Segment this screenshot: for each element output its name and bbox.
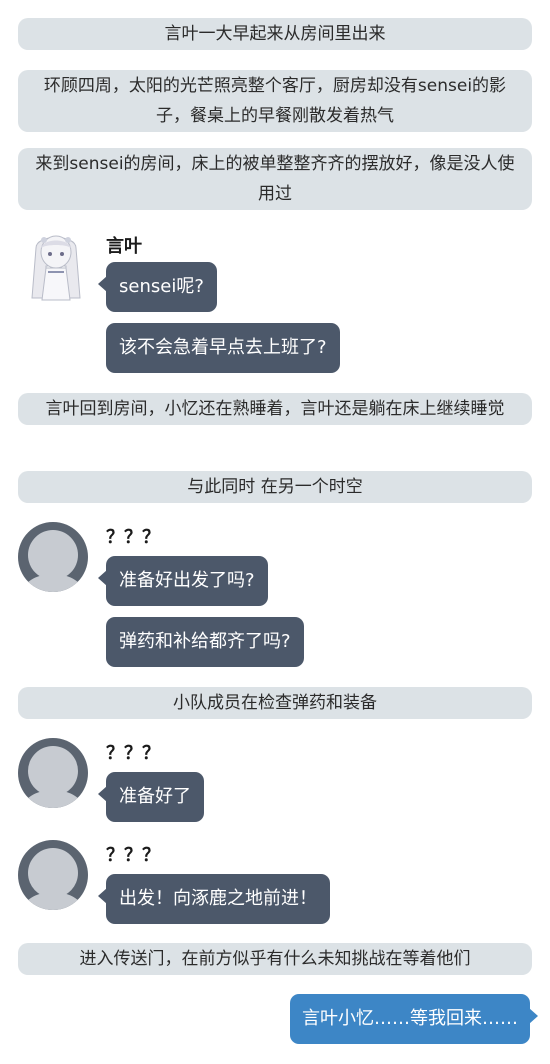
- narration-text: 与此同时 在另一个时空: [187, 477, 363, 497]
- narration-box: 与此同时 在另一个时空: [18, 471, 532, 503]
- narration-text: 进入传送门，在前方似乎有什么未知挑战在等着他们: [79, 949, 471, 969]
- message-text: 准备好了: [119, 786, 191, 807]
- message-text: 该不会急着早点去上班了?: [119, 337, 327, 358]
- narration-box: 来到sensei的房间，床上的被单整整齐齐的摆放好，像是没人使用过: [18, 148, 532, 210]
- narration-box: 小队成员在检查弹药和装备: [18, 687, 532, 719]
- default-user-avatar-icon[interactable]: [18, 522, 88, 592]
- narration-text: 来到sensei的房间，床上的被单整整齐齐的摆放好，像是没人使用过: [35, 154, 515, 204]
- narration-text: 言叶一大早起来从房间里出来: [164, 24, 386, 44]
- message-bubble[interactable]: sensei呢?: [98, 262, 217, 312]
- sender-name: ？？？: [106, 845, 160, 866]
- message-bubble[interactable]: 出发！向涿鹿之地前进！: [98, 874, 330, 924]
- message-bubble[interactable]: 准备好出发了吗?: [98, 556, 268, 606]
- narration-box: 言叶一大早起来从房间里出来: [18, 18, 532, 50]
- sender-name: ？？？: [106, 527, 160, 548]
- message-bubble[interactable]: 准备好了: [98, 772, 204, 822]
- message-bubble[interactable]: 弹药和补给都齐了吗?: [106, 617, 304, 667]
- default-user-avatar-icon[interactable]: [18, 840, 88, 910]
- kotoha-avatar-icon[interactable]: [22, 228, 90, 302]
- narration-text: 小队成员在检查弹药和装备: [173, 693, 377, 713]
- message-text: 弹药和补给都齐了吗?: [119, 631, 291, 652]
- message-text: sensei呢?: [119, 276, 204, 297]
- narration-box: 环顾四周，太阳的光芒照亮整个客厅，厨房却没有sensei的影子，餐桌上的早餐刚散…: [18, 70, 532, 132]
- sender-name: 言叶: [106, 236, 142, 257]
- narration-box: 言叶回到房间，小忆还在熟睡着，言叶还是躺在床上继续睡觉: [18, 393, 532, 425]
- narration-box: 进入传送门，在前方似乎有什么未知挑战在等着他们: [18, 943, 532, 975]
- message-text: 出发！向涿鹿之地前进！: [119, 888, 317, 909]
- narration-text: 环顾四周，太阳的光芒照亮整个客厅，厨房却没有sensei的影子，餐桌上的早餐刚散…: [43, 76, 507, 126]
- message-bubble[interactable]: 该不会急着早点去上班了?: [106, 323, 340, 373]
- message-text: 准备好出发了吗?: [119, 570, 255, 591]
- message-text: 言叶小忆……等我回来……: [302, 1008, 518, 1029]
- narration-text: 言叶回到房间，小忆还在熟睡着，言叶还是躺在床上继续睡觉: [45, 399, 505, 419]
- sender-name: ？？？: [106, 743, 160, 764]
- sent-message-bubble[interactable]: 言叶小忆……等我回来……: [290, 994, 538, 1044]
- default-user-avatar-icon[interactable]: [18, 738, 88, 808]
